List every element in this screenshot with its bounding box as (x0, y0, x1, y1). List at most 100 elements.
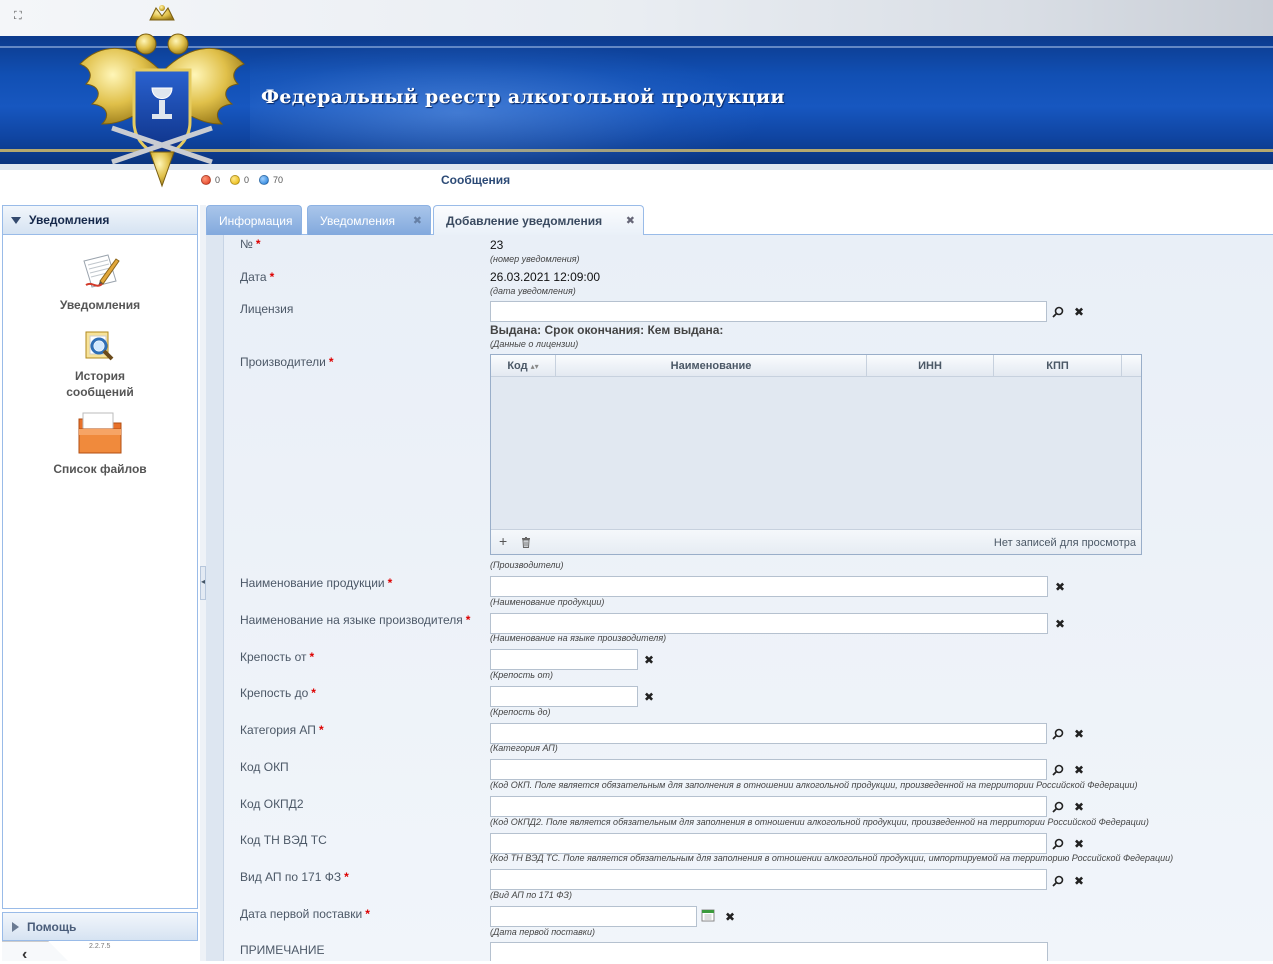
clear-icon[interactable]: ✖ (1074, 764, 1084, 776)
search-icon[interactable] (1052, 764, 1064, 776)
message-history-icon (85, 331, 114, 361)
red-status-icon (201, 175, 211, 185)
tab-label: Информация (219, 213, 293, 228)
date-label: Дата * (240, 270, 275, 284)
calendar-icon[interactable] (701, 908, 715, 922)
okpd2-label: Код ОКПД2 (240, 797, 304, 811)
note-label: ПРИМЕЧАНИЕ (240, 943, 325, 957)
help-label: Помощь (27, 919, 77, 934)
folder-icon (78, 412, 122, 454)
form-side-strip (206, 235, 224, 961)
search-icon[interactable] (1052, 728, 1064, 740)
clear-icon[interactable]: ✖ (1055, 618, 1065, 630)
license-label: Лицензия (240, 302, 294, 316)
product-name-label: Наименование продукции * (240, 576, 393, 590)
sidebar-header[interactable]: Уведомления (3, 206, 197, 235)
tab-add-notification[interactable]: Добавление уведомления ✖ (433, 205, 644, 236)
license-hint: (Данные о лицензии) (490, 339, 579, 349)
clear-icon[interactable]: ✖ (1074, 838, 1084, 850)
ap-type-label: Вид АП по 171 ФЗ * (240, 870, 349, 884)
tnved-input[interactable] (490, 833, 1047, 854)
okp-hint: (Код ОКП. Поле является обязательным для… (490, 780, 1138, 790)
ap-type-input[interactable] (490, 869, 1047, 890)
tab-label: Уведомления (320, 213, 396, 228)
okpd2-input[interactable] (490, 796, 1047, 817)
license-input[interactable] (490, 301, 1047, 322)
product-name-input[interactable] (490, 576, 1048, 597)
category-label: Категория АП * (240, 723, 324, 737)
sidebar-item-file-list[interactable]: Список файлов (3, 411, 197, 477)
okp-input[interactable] (490, 759, 1047, 780)
product-name-native-hint: (Наименование на языке производителя) (490, 633, 667, 643)
close-icon[interactable]: ✖ (413, 214, 422, 227)
note-textarea[interactable] (490, 942, 1048, 961)
column-header-kpp[interactable]: КПП (994, 355, 1122, 377)
delete-icon[interactable] (521, 537, 531, 548)
search-icon[interactable] (1052, 801, 1064, 813)
category-hint: (Категория АП) (490, 743, 558, 753)
clear-icon[interactable]: ✖ (1074, 728, 1084, 740)
messages-indicator[interactable]: Сообщения 0 0 70 (201, 173, 510, 187)
search-icon[interactable] (1052, 875, 1064, 887)
search-icon[interactable] (1052, 306, 1064, 318)
clear-icon[interactable]: ✖ (644, 691, 654, 703)
expand-arrow-icon (12, 921, 19, 932)
column-header-code[interactable]: Код ▴▾ (491, 355, 556, 377)
strength-from-input[interactable] (490, 649, 638, 670)
search-icon[interactable] (1052, 838, 1064, 850)
strength-to-label: Крепость до * (240, 686, 316, 700)
app-title: Федеральный реестр алкогольной продукции (261, 86, 785, 108)
add-icon[interactable]: + (499, 534, 507, 548)
strength-to-input[interactable] (490, 686, 638, 707)
category-input[interactable] (490, 723, 1047, 744)
grid-toolbar: + Нет записей для просмотра (491, 529, 1141, 554)
clear-icon[interactable]: ✖ (725, 911, 735, 923)
notifications-document-icon (83, 254, 120, 288)
grid-header: Код ▴▾ Наименование ИНН КПП (491, 355, 1141, 377)
product-name-hint: (Наименование продукции) (490, 597, 605, 607)
blue-status-icon (259, 175, 270, 185)
first-delivery-label: Дата первой поставки * (240, 907, 370, 921)
back-arrow-icon[interactable]: ‹ (22, 946, 27, 964)
column-header-inn[interactable]: ИНН (867, 355, 994, 377)
tnved-label: Код ТН ВЭД ТС (240, 833, 327, 847)
number-value: 23 (490, 238, 504, 252)
first-delivery-input[interactable] (490, 906, 697, 927)
messages-label: Сообщения (441, 173, 511, 187)
red-count: 0 (215, 175, 221, 185)
sidebar-item-label: История сообщений (66, 369, 134, 399)
producers-grid: Код ▴▾ Наименование ИНН КПП + Нет записе… (490, 354, 1142, 555)
strength-to-hint: (Крепость до) (490, 707, 551, 717)
grid-empty-text: Нет записей для просмотра (993, 537, 1136, 549)
sidebar-item-label: Список файлов (53, 462, 147, 476)
okpd2-hint: (Код ОКПД2. Поле является обязательным д… (490, 817, 1149, 827)
date-hint: (дата уведомления) (490, 286, 576, 296)
sidebar-help-header[interactable]: Помощь (2, 912, 198, 941)
tab-label: Добавление уведомления (446, 214, 603, 228)
sidebar-item-message-history[interactable]: История сообщений (3, 330, 197, 400)
yellow-status-icon (230, 175, 241, 185)
first-delivery-hint: (Дата первой поставки) (490, 927, 596, 937)
expand-icon[interactable]: ⛶ (14, 10, 26, 22)
strength-from-label: Крепость от * (240, 650, 315, 664)
clear-icon[interactable]: ✖ (1074, 306, 1084, 318)
tnved-hint: (Код ТН ВЭД ТС. Поле является обязательн… (490, 853, 1174, 863)
producers-hint: (Производители) (490, 560, 564, 570)
license-info: Выдана: Срок окончания: Кем выдана: (490, 323, 724, 337)
clear-icon[interactable]: ✖ (644, 654, 654, 666)
sidebar-item-notifications[interactable]: Уведомления (3, 251, 197, 313)
product-name-native-input[interactable] (490, 613, 1048, 634)
tab-strip: Информация Уведомления ✖ Добавление увед… (206, 205, 1273, 236)
collapse-arrow-icon (11, 216, 21, 224)
clear-icon[interactable]: ✖ (1074, 801, 1084, 813)
close-icon[interactable]: ✖ (626, 214, 635, 227)
emblem-logo (79, 5, 245, 188)
column-header-name[interactable]: Наименование (556, 355, 867, 377)
okp-label: Код ОКП (240, 760, 289, 774)
sidebar-title: Уведомления (29, 213, 110, 227)
yellow-count: 0 (244, 175, 250, 185)
clear-icon[interactable]: ✖ (1074, 875, 1084, 887)
tab-notifications[interactable]: Уведомления ✖ (307, 205, 431, 235)
tab-information[interactable]: Информация (206, 205, 302, 235)
clear-icon[interactable]: ✖ (1055, 581, 1065, 593)
